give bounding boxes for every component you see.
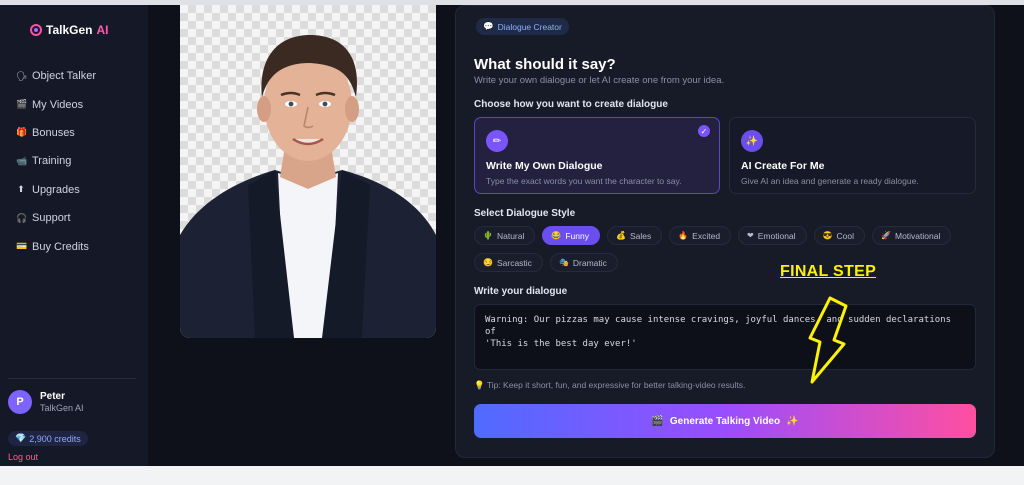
sidebar-item-label: Object Talker [32, 70, 96, 83]
user-name: Peter [40, 391, 66, 402]
dialogue-label: Write your dialogue [474, 286, 568, 297]
nav-icon: 🎧 [16, 212, 28, 223]
character-image [180, 5, 436, 338]
style-label: Dramatic [572, 257, 607, 268]
brand-logo[interactable]: TalkGen AI [30, 23, 108, 37]
style-chip-sales[interactable]: 💰 Sales [606, 226, 663, 245]
style-chip-natural[interactable]: 🌵 Natural [474, 226, 536, 245]
option-write-own-dialogue[interactable]: ✏ ✓ Write My Own Dialogue Type the exact… [474, 117, 720, 194]
diamond-icon: 💎 [15, 433, 27, 443]
brand-name: TalkGen [46, 23, 93, 37]
style-icon: 🎭 [558, 258, 569, 267]
style-chip-funny[interactable]: 😂 Funny [542, 226, 600, 245]
option-ai-create[interactable]: ✨ AI Create For Me Give AI an idea and g… [729, 117, 976, 194]
sidebar-item-label: Support [32, 212, 71, 225]
nav-icon: 💳 [16, 241, 28, 252]
sidebar-item-label: Bonuses [32, 126, 75, 139]
style-row-2: 😏 Sarcastic 🎭 Dramatic [474, 253, 618, 272]
dialogue-creator-badge: 💬 Dialogue Creator [476, 18, 569, 35]
divider [8, 378, 136, 379]
avatar[interactable]: P [8, 390, 32, 414]
sidebar-item-upgrades[interactable]: ⬆ Upgrades [16, 176, 96, 204]
character-portrait [180, 35, 436, 338]
style-label: Excited [692, 230, 721, 241]
nav-icon: 🎬 [16, 99, 28, 110]
pencil-icon: ✏ [486, 130, 508, 152]
sparkle-icon: ✨ [741, 130, 763, 152]
sidebar-item-my-videos[interactable]: 🎬 My Videos [16, 90, 96, 118]
style-icon: ❤ [747, 231, 754, 240]
style-label: Sales [629, 230, 652, 241]
style-label: Cool [836, 230, 855, 241]
nav-icon: 📹 [16, 155, 28, 166]
credits-badge[interactable]: 💎 2,900 credits [8, 431, 88, 446]
generate-label: Generate Talking Video [669, 415, 781, 427]
option-title: Write My Own Dialogue [486, 160, 603, 172]
sidebar-nav: 🗣 Object Talker 🎬 My Videos 🎁 Bonuses 📹 Trainin… [16, 62, 96, 261]
nav-icon: ⬆ [17, 184, 25, 195]
nav-icon: 🗣 [16, 70, 28, 81]
sparkle-icon: ✨ [786, 415, 799, 427]
window-bottom-edge [0, 466, 1024, 485]
sidebar-item-bonuses[interactable]: 🎁 Bonuses [16, 119, 96, 147]
style-icon: 😂 [551, 231, 562, 240]
sidebar-item-support[interactable]: 🎧 Support [16, 204, 96, 232]
sidebar-item-label: My Videos [32, 98, 84, 111]
panel-subtitle: Write your own dialogue or let AI create… [474, 75, 725, 86]
style-chip-sarcastic[interactable]: 😏 Sarcastic [474, 253, 543, 272]
dialogue-textarea[interactable]: Warning: Our pizzas may cause intense cr… [474, 304, 976, 370]
style-icon: 🚀 [881, 231, 891, 240]
chat-bubble-icon: 💬 [483, 21, 494, 31]
dialogue-panel: 💬 Dialogue Creator What should it say? W… [455, 5, 995, 458]
sidebar-item-label: Buy Credits [32, 240, 89, 253]
final-step-annotation: FINAL STEP [780, 263, 877, 280]
credits-count: 2,900 credits [29, 433, 81, 444]
sidebar-item-label: Training [32, 155, 72, 168]
sidebar-item-label: Upgrades [32, 183, 80, 196]
brand-suffix: AI [96, 23, 109, 37]
nav-icon: 🎁 [16, 127, 28, 138]
sidebar: TalkGen AI 🗣 Object Talker 🎬 My Videos 🎁 Bonu… [0, 5, 149, 466]
style-label: Funny [565, 230, 589, 241]
tip-text: 💡 Tip: Keep it short, fun, and expressiv… [474, 380, 746, 390]
sidebar-item-buy-credits[interactable]: 💳 Buy Credits [16, 232, 96, 260]
option-description: Give AI an idea and generate a ready dia… [741, 176, 919, 186]
badge-label: Dialogue Creator [497, 21, 562, 32]
style-label: Emotional [757, 230, 796, 241]
checkmark-icon: ✓ [698, 125, 710, 137]
style-icon: 🔥 [678, 231, 689, 240]
talkgen-logo-icon [30, 24, 42, 36]
down-arrow-icon [808, 296, 848, 384]
style-label: Select Dialogue Style [474, 208, 576, 219]
clapperboard-icon: 🎬 [651, 415, 664, 427]
logout-link[interactable]: Log out [8, 452, 38, 462]
style-chip-excited[interactable]: 🔥 Excited [669, 226, 732, 245]
style-label: Sarcastic [496, 257, 532, 268]
generate-talking-video-button[interactable]: 🎬 Generate Talking Video ✨ [474, 404, 976, 438]
user-org: TalkGen AI [40, 403, 84, 413]
option-title: AI Create For Me [741, 160, 825, 172]
style-icon: 😎 [822, 231, 833, 240]
panel-title: What should it say? [474, 56, 616, 73]
style-chip-cool[interactable]: 😎 Cool [813, 226, 866, 245]
lightbulb-icon: 💡 [474, 380, 485, 390]
style-label: Natural [496, 230, 525, 241]
style-chip-dramatic[interactable]: 🎭 Dramatic [549, 253, 618, 272]
style-row-1: 🌵 Natural 😂 Funny 💰 Sales 🔥 Excited ❤ Emotional 😎 C… [474, 226, 952, 245]
style-icon: 🌵 [483, 231, 493, 240]
method-label: Choose how you want to create dialogue [474, 99, 668, 110]
sidebar-item-training[interactable]: 📹 Training [16, 147, 96, 175]
style-label: Motivational [894, 230, 941, 241]
style-icon: 💰 [615, 231, 626, 240]
style-icon: 😏 [483, 258, 493, 267]
style-chip-motivational[interactable]: 🚀 Motivational [872, 226, 952, 245]
option-description: Type the exact words you want the charac… [486, 176, 682, 186]
style-chip-emotional[interactable]: ❤ Emotional [738, 226, 807, 245]
sidebar-item-object-talker[interactable]: 🗣 Object Talker [16, 62, 96, 90]
